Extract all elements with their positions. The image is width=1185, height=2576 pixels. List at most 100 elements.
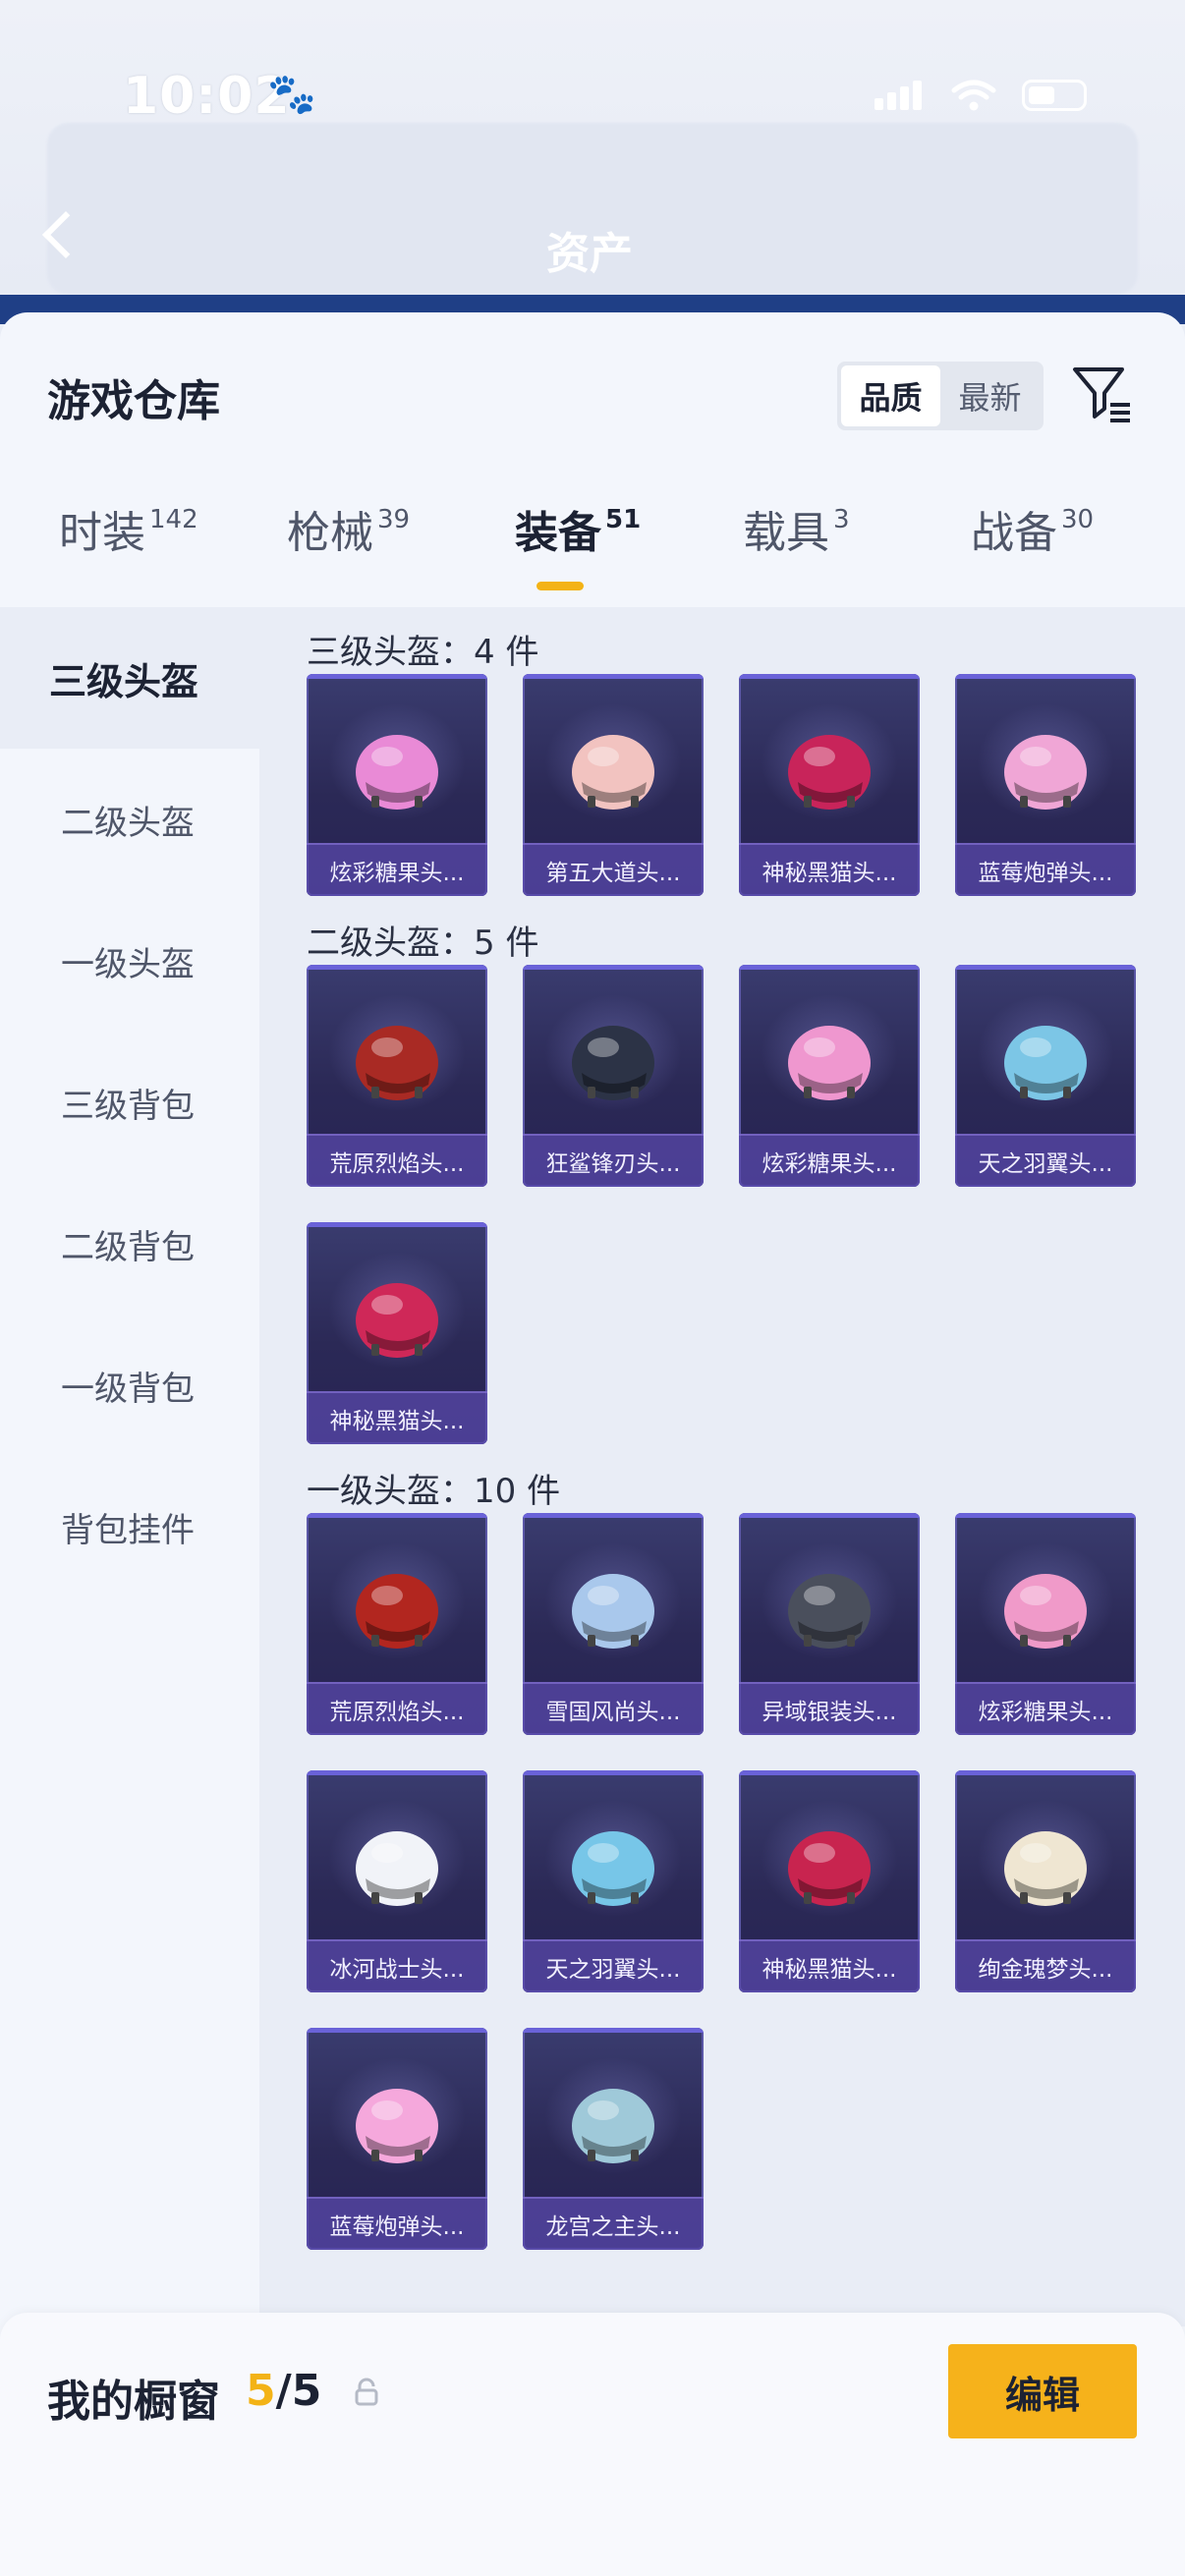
tab-equipment[interactable]: 装备 51 — [515, 497, 641, 595]
item-card[interactable]: 龙宫之主头... — [523, 2028, 704, 2250]
item-name: 绚金瑰梦头... — [978, 1957, 1113, 1983]
sheet-title: 游戏仓库 — [47, 376, 220, 426]
showcase-label: 我的橱窗 — [47, 2377, 220, 2427]
card-name-bar: 狂鲨锋刃头... — [523, 1134, 704, 1187]
item-card[interactable]: 第五大道头... — [523, 674, 704, 896]
item-card[interactable]: 炫彩糖果头... — [307, 674, 487, 896]
helmet-icon — [572, 2089, 654, 2163]
item-name: 荒原烈焰头... — [329, 1700, 465, 1725]
item-name: 冰河战士头... — [329, 1957, 465, 1983]
item-card[interactable]: 天之羽翼头... — [955, 965, 1136, 1187]
helmet-icon — [1004, 735, 1087, 810]
item-grid: 三级头盔：4 件炫彩糖果头... 第五大道头... 神秘黑猫头... 蓝莓炮弹头...… — [259, 607, 1185, 2326]
sidebar: 三级头盔 二级头盔 一级头盔 三级背包 二级背包 一级背包 背包挂件 — [0, 607, 259, 2297]
card-name-bar: 荒原烈焰头... — [307, 1682, 487, 1735]
helmet-icon — [572, 1026, 654, 1100]
tab-count: 39 — [377, 505, 411, 534]
helmet-icon — [788, 1574, 871, 1649]
item-card[interactable]: 炫彩糖果头... — [955, 1513, 1136, 1735]
card-name-bar: 神秘黑猫头... — [307, 1391, 487, 1444]
showcase-count: 5/5 — [246, 2366, 321, 2416]
tab-firearms[interactable]: 枪械 39 — [287, 497, 410, 595]
edit-button[interactable]: 编辑 — [948, 2344, 1137, 2438]
helmet-icon — [788, 1831, 871, 1906]
item-card[interactable]: 神秘黑猫头... — [307, 1222, 487, 1444]
item-card[interactable]: 荒原烈焰头... — [307, 1513, 487, 1735]
item-name: 炫彩糖果头... — [329, 861, 465, 886]
filter-icon[interactable] — [1071, 362, 1134, 424]
helmet-icon — [788, 735, 871, 810]
card-name-bar: 炫彩糖果头... — [307, 843, 487, 896]
tab-count: 142 — [149, 505, 198, 534]
helmet-icon — [356, 1283, 438, 1358]
item-name: 异域银装头... — [762, 1700, 897, 1725]
item-name: 雪国风尚头... — [545, 1700, 681, 1725]
sidebar-item-level3-backpack[interactable]: 三级背包 — [0, 1032, 259, 1173]
sidebar-item-level3-helmet[interactable]: 三级头盔 — [0, 607, 259, 749]
helmet-icon — [572, 735, 654, 810]
sheet-header: 游戏仓库 品质 最新 时装 142 枪械 39 装备 51 载具 3 战备 30 — [0, 312, 1185, 607]
item-card[interactable]: 天之羽翼头... — [523, 1770, 704, 1992]
tab-battle-gear[interactable]: 战备 30 — [971, 497, 1094, 595]
item-card[interactable]: 蓝莓炮弹头... — [955, 674, 1136, 896]
item-name: 神秘黑猫头... — [762, 861, 897, 886]
blurred-backdrop: 10:02 🐾 资产 — [0, 0, 1185, 324]
showcase-total: /5 — [275, 2366, 322, 2416]
paw-icon: 🐾 — [267, 72, 316, 117]
item-card[interactable]: 神秘黑猫头... — [739, 674, 920, 896]
item-card[interactable]: 荒原烈焰头... — [307, 965, 487, 1187]
status-time: 10:02 — [123, 67, 291, 126]
item-card[interactable]: 神秘黑猫头... — [739, 1770, 920, 1992]
card-name-bar: 异域银装头... — [739, 1682, 920, 1735]
item-card[interactable]: 异域银装头... — [739, 1513, 920, 1735]
item-name: 炫彩糖果头... — [978, 1700, 1113, 1725]
sidebar-item-level1-backpack[interactable]: 一级背包 — [0, 1315, 259, 1456]
item-name: 第五大道头... — [545, 861, 681, 886]
helmet-icon — [356, 1831, 438, 1906]
item-card[interactable]: 炫彩糖果头... — [739, 965, 920, 1187]
sort-quality-button[interactable]: 品质 — [841, 365, 940, 426]
helmet-icon — [1004, 1831, 1087, 1906]
helmet-icon — [572, 1574, 654, 1649]
lock-icon — [355, 2378, 378, 2406]
tab-label: 战备 — [971, 508, 1057, 558]
tab-vehicles[interactable]: 载具 3 — [743, 497, 850, 595]
card-name-bar: 雪国风尚头... — [523, 1682, 704, 1735]
helmet-icon — [356, 2089, 438, 2163]
item-name: 神秘黑猫头... — [329, 1409, 465, 1434]
card-name-bar: 天之羽翼头... — [523, 1939, 704, 1992]
helmet-icon — [356, 1574, 438, 1649]
item-card[interactable]: 蓝莓炮弹头... — [307, 2028, 487, 2250]
card-name-bar: 天之羽翼头... — [955, 1134, 1136, 1187]
sidebar-item-level2-helmet[interactable]: 二级头盔 — [0, 749, 259, 890]
showcase-current: 5 — [246, 2366, 276, 2416]
item-card[interactable]: 狂鲨锋刃头... — [523, 965, 704, 1187]
sidebar-item-level2-backpack[interactable]: 二级背包 — [0, 1173, 259, 1315]
card-name-bar: 第五大道头... — [523, 843, 704, 896]
item-name: 炫彩糖果头... — [762, 1151, 897, 1177]
sort-newest-button[interactable]: 最新 — [940, 365, 1040, 426]
wifi-icon — [951, 80, 996, 111]
sidebar-item-backpack-pendant[interactable]: 背包挂件 — [0, 1456, 259, 1597]
item-card[interactable]: 雪国风尚头... — [523, 1513, 704, 1735]
status-icons — [875, 79, 1087, 112]
helmet-icon — [356, 735, 438, 810]
card-name-bar: 龙宫之主头... — [523, 2197, 704, 2250]
item-card[interactable]: 绚金瑰梦头... — [955, 1770, 1136, 1992]
item-card[interactable]: 冰河战士头... — [307, 1770, 487, 1992]
card-name-bar: 炫彩糖果头... — [739, 1134, 920, 1187]
section-title: 一级头盔：10 件 — [307, 1472, 561, 1511]
section-title: 二级头盔：5 件 — [307, 924, 539, 963]
sort-toggle: 品质 最新 — [837, 362, 1044, 430]
item-name: 狂鲨锋刃头... — [545, 1151, 681, 1177]
card-name-bar: 荒原烈焰头... — [307, 1134, 487, 1187]
tab-count: 51 — [605, 505, 642, 534]
card-name-bar: 蓝莓炮弹头... — [955, 843, 1136, 896]
warehouse-sheet: 游戏仓库 品质 最新 时装 142 枪械 39 装备 51 载具 3 战备 30… — [0, 312, 1185, 2576]
asset-title: 资产 — [546, 229, 633, 279]
sidebar-item-level1-helmet[interactable]: 一级头盔 — [0, 890, 259, 1032]
active-tab-indicator — [536, 582, 584, 590]
category-tabs: 时装 142 枪械 39 装备 51 载具 3 战备 30 — [0, 497, 1185, 607]
helmet-icon — [1004, 1574, 1087, 1649]
tab-fashion[interactable]: 时装 142 — [59, 497, 198, 595]
